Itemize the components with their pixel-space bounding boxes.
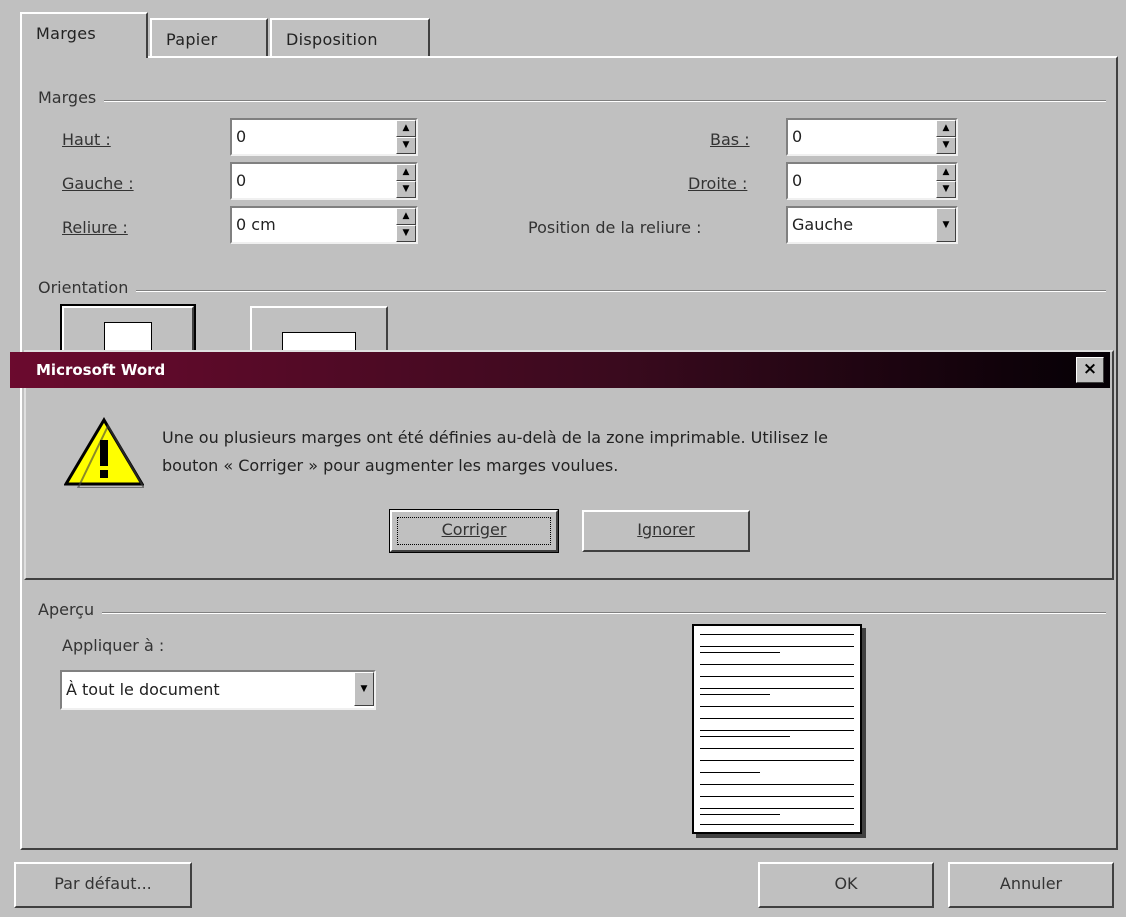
preview-line [700,736,790,737]
ignorer-button[interactable]: Ignorer [582,510,750,552]
apercu-group-line [40,612,1106,614]
tab-papier[interactable]: Papier [150,18,268,58]
alert-message-line2: bouton « Corriger » pour augmenter les m… [162,456,619,475]
par-defaut-label: Par défaut... [54,874,152,893]
preview-line [700,772,760,773]
preview-line [700,824,854,825]
preview-line [700,634,854,635]
chevron-down-icon[interactable]: ▼ [936,208,956,242]
spin-up-icon[interactable]: ▲ [396,164,416,181]
haut-label: Haut : [62,130,111,149]
tab-disposition-label: Disposition [286,30,378,49]
preview-line [700,652,780,653]
chevron-down-icon[interactable]: ▼ [354,672,374,706]
apercu-group-title: Aperçu [38,600,103,619]
droite-spin-buttons[interactable]: ▲ ▼ [936,164,956,198]
preview-line [700,718,854,719]
appliquer-label: Appliquer à : [62,636,165,655]
position-reliure-value: Gauche [792,215,854,234]
par-defaut-button[interactable]: Par défaut... [14,862,192,908]
position-reliure-select[interactable]: Gauche ▼ [786,206,958,244]
gauche-spinner[interactable]: 0 ▲ ▼ [230,162,418,200]
droite-spinner[interactable]: 0 ▲ ▼ [786,162,958,200]
spin-up-icon[interactable]: ▲ [396,208,416,225]
preview-line [700,676,854,677]
tab-papier-label: Papier [166,30,218,49]
orientation-group-line [40,290,1106,292]
bas-label: Bas : [710,130,750,149]
droite-label: Droite : [688,174,748,193]
position-reliure-label: Position de la reliure : [528,218,702,237]
ok-label: OK [834,874,858,893]
spin-down-icon[interactable]: ▼ [396,137,416,154]
warning-icon [64,417,144,488]
preview-line [700,814,780,815]
close-icon[interactable]: × [1076,357,1104,383]
marges-group-line [40,100,1106,102]
haut-spin-buttons[interactable]: ▲ ▼ [396,120,416,154]
preview-line [700,730,854,731]
focus-ring [397,517,551,545]
annuler-button[interactable]: Annuler [948,862,1114,908]
spin-up-icon[interactable]: ▲ [936,164,956,181]
haut-value: 0 [236,127,247,146]
preview-line [700,664,854,665]
gauche-label: Gauche : [62,174,134,193]
preview-line [700,694,770,695]
alert-titlebar[interactable]: Microsoft Word × [10,352,1110,388]
gauche-spin-buttons[interactable]: ▲ ▼ [396,164,416,198]
droite-value: 0 [792,171,803,190]
spin-up-icon[interactable]: ▲ [396,120,416,137]
preview-line [700,784,854,785]
bas-spin-buttons[interactable]: ▲ ▼ [936,120,956,154]
annuler-label: Annuler [999,874,1063,893]
marges-group-title: Marges [38,88,105,107]
preview-line [700,748,854,749]
bas-spinner[interactable]: 0 ▲ ▼ [786,118,958,156]
alert-title: Microsoft Word [36,361,166,379]
spin-down-icon[interactable]: ▼ [936,137,956,154]
preview-line [700,796,854,797]
spin-down-icon[interactable]: ▼ [396,225,416,242]
tab-disposition[interactable]: Disposition [270,18,430,58]
gauche-value: 0 [236,171,247,190]
appliquer-select[interactable]: À tout le document ▼ [60,670,376,710]
reliure-spin-buttons[interactable]: ▲ ▼ [396,208,416,242]
ignorer-label: Ignorer [637,520,695,539]
tab-marges-label: Marges [36,24,97,43]
alert-message-line1: Une ou plusieurs marges ont été définies… [162,428,828,447]
ok-button[interactable]: OK [758,862,934,908]
reliure-label: Reliure : [62,218,128,237]
haut-spinner[interactable]: 0 ▲ ▼ [230,118,418,156]
preview-line [700,706,854,707]
appliquer-value: À tout le document [66,680,220,699]
spin-up-icon[interactable]: ▲ [936,120,956,137]
preview-line [700,760,854,761]
tab-marges[interactable]: Marges [20,12,148,58]
preview-line [700,646,854,647]
orientation-group-title: Orientation [38,278,137,297]
preview-line [700,808,854,809]
reliure-value: 0 cm [236,215,276,234]
corriger-button[interactable]: Corriger [389,509,559,553]
spin-down-icon[interactable]: ▼ [396,181,416,198]
preview-line [700,688,854,689]
preview-page [692,624,862,834]
spin-down-icon[interactable]: ▼ [936,181,956,198]
reliure-spinner[interactable]: 0 cm ▲ ▼ [230,206,418,244]
bas-value: 0 [792,127,803,146]
